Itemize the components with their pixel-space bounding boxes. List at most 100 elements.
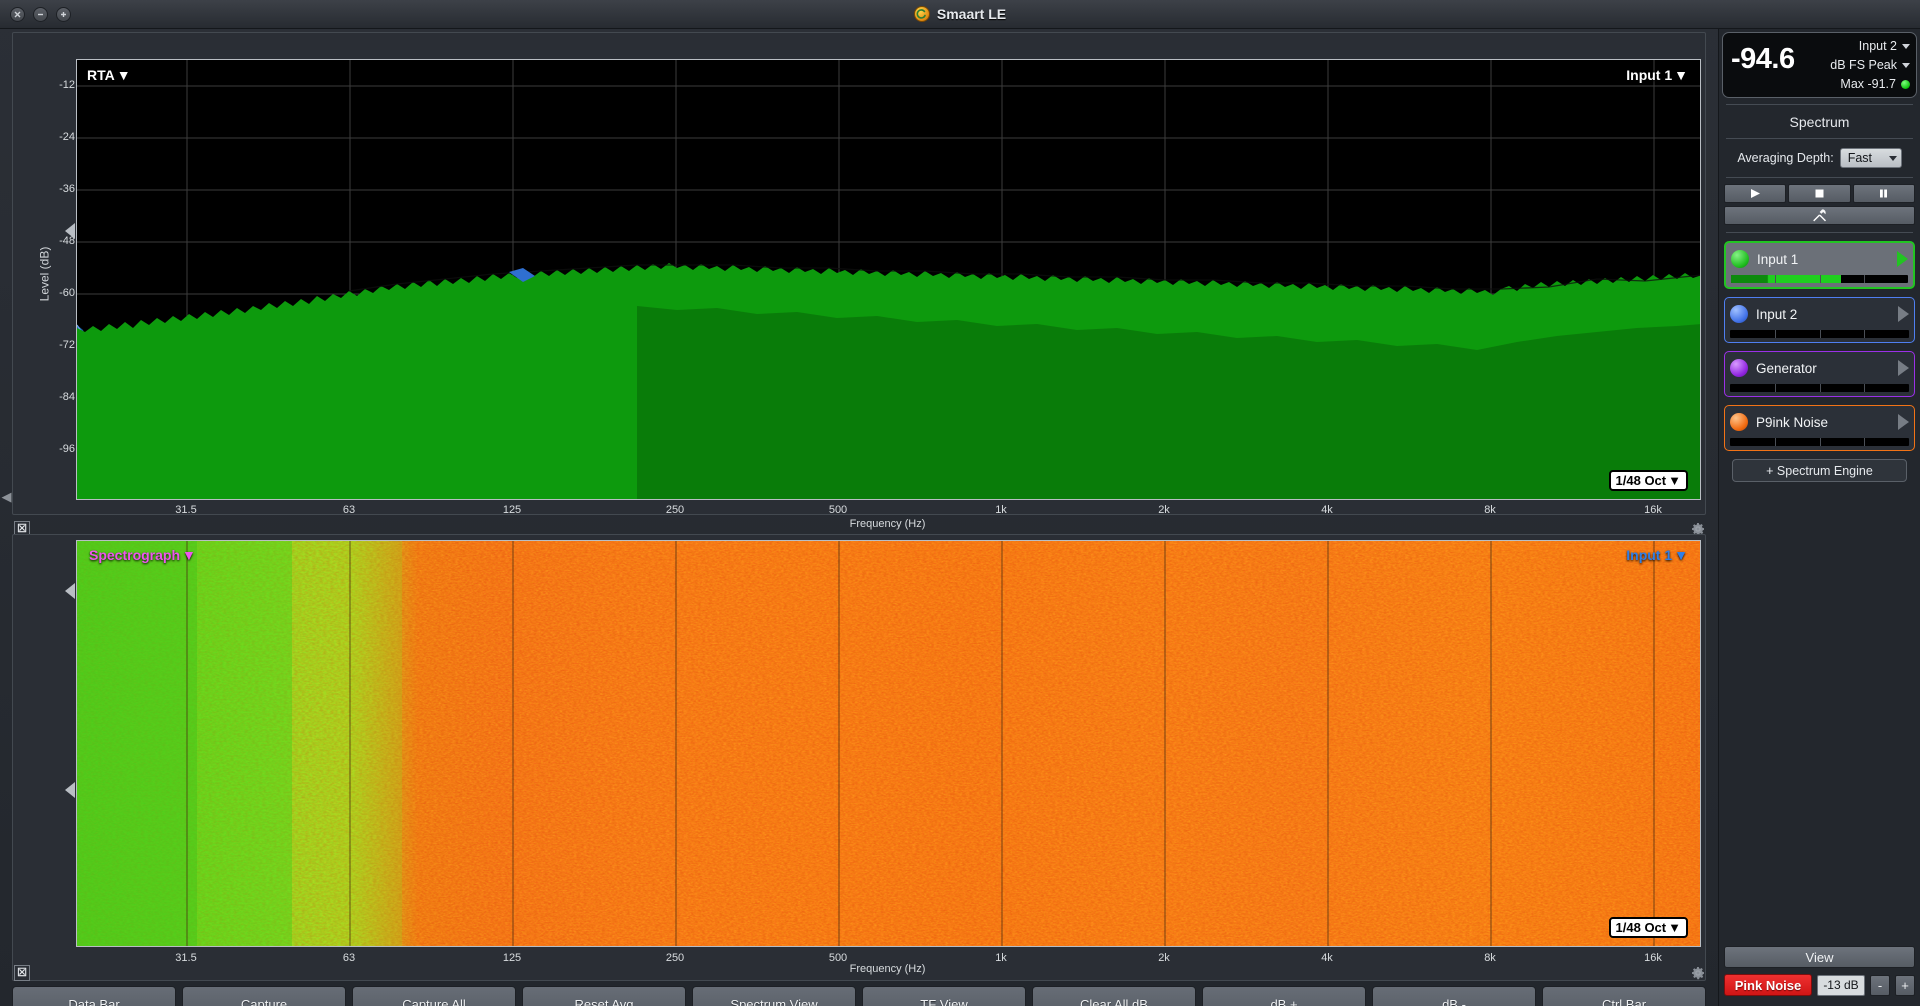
ytick: -84 xyxy=(59,391,75,403)
pink-noise-increase-button[interactable]: + xyxy=(1895,974,1915,996)
channel-input-1[interactable]: Input 1 xyxy=(1724,241,1915,289)
toolbar-button-db-plus[interactable]: dB + xyxy=(1202,986,1366,1006)
level-tick xyxy=(1863,275,1865,283)
transport-controls xyxy=(1722,178,1917,203)
close-window-icon[interactable] xyxy=(10,6,25,22)
rta-plot-svg xyxy=(77,60,1700,499)
maximize-window-icon[interactable] xyxy=(56,6,71,22)
channel-play-icon[interactable] xyxy=(1898,360,1909,376)
chevron-down-icon: ▼ xyxy=(182,547,196,563)
level-tick xyxy=(1774,384,1776,392)
smaart-application-window: Smaart LE ◀ Level (dB) -12 -24 -36 -48 -… xyxy=(0,0,1920,1006)
toolbar-button-capture-all[interactable]: Capture All xyxy=(352,986,516,1006)
channel-header: Input 1 xyxy=(1731,247,1908,271)
channel-name: P9ink Noise xyxy=(1756,414,1829,430)
toolbar-button-tf-view[interactable]: TF View xyxy=(862,986,1026,1006)
channel-color-led-icon xyxy=(1730,305,1748,323)
level-tick xyxy=(1774,438,1776,446)
level-tick xyxy=(1864,438,1866,446)
level-tick xyxy=(1819,275,1821,283)
spectrograph-octave-text: 1/48 Oct xyxy=(1615,920,1667,935)
averaging-depth-select[interactable]: Fast xyxy=(1839,148,1902,168)
channel-color-led-icon xyxy=(1730,359,1748,377)
pink-noise-decrease-button[interactable]: - xyxy=(1870,974,1890,996)
xtick: 63 xyxy=(342,504,356,516)
channel-level-bar xyxy=(1730,384,1909,392)
meter-value: -94.6 xyxy=(1731,43,1795,75)
meter-source-row[interactable]: Input 2 xyxy=(1830,37,1910,56)
minimize-window-icon[interactable] xyxy=(33,6,48,22)
toolbar-button-data-bar[interactable]: Data Bar xyxy=(12,986,176,1006)
play-button[interactable] xyxy=(1724,184,1787,203)
toolbar-button-ctrl-bar[interactable]: Ctrl Bar xyxy=(1542,986,1706,1006)
spectrograph-octave-badge[interactable]: 1/48 Oct ▼ xyxy=(1608,917,1688,938)
chevron-down-icon: ▼ xyxy=(1674,67,1688,83)
spectrograph-graph[interactable]: Spectrograph ▼ Input 1 ▼ 1/48 Oct ▼ xyxy=(76,540,1701,947)
spectrograph-source-label[interactable]: Input 1 ▼ xyxy=(1626,547,1688,563)
level-tick xyxy=(1864,384,1866,392)
channel-name: Input 2 xyxy=(1756,306,1798,322)
rta-xaxis-title: Frequency (Hz) xyxy=(849,518,926,530)
chevron-down-icon: ▼ xyxy=(1668,473,1681,488)
channel-level-bar xyxy=(1731,275,1908,283)
spectrograph-close-box[interactable]: ☒ xyxy=(14,965,30,981)
rta-source-text: Input 1 xyxy=(1626,67,1673,83)
level-tick xyxy=(1775,275,1777,283)
rta-level-drag-handle[interactable] xyxy=(65,223,75,239)
channel-pink-noise[interactable]: P9ink Noise xyxy=(1724,405,1915,451)
channel-color-led-icon xyxy=(1731,250,1749,268)
rta-panel: Level (dB) -12 -24 -36 -48 -60 -72 -84 -… xyxy=(12,32,1706,516)
view-button[interactable]: View xyxy=(1724,946,1915,968)
channel-play-icon[interactable] xyxy=(1897,251,1908,267)
pink-noise-controls: Pink Noise -13 dB - + xyxy=(1724,974,1915,996)
toolbar-button-reset-avg[interactable]: Reset Avg xyxy=(522,986,686,1006)
toolbar-button-clear-all-db[interactable]: Clear All dB xyxy=(1032,986,1196,1006)
rta-octave-text: 1/48 Oct xyxy=(1615,473,1667,488)
xtick: 250 xyxy=(665,504,685,516)
channel-input-2[interactable]: Input 2 xyxy=(1724,297,1915,343)
spec-bottom-drag-handle[interactable] xyxy=(65,782,75,798)
stop-icon xyxy=(1815,189,1824,198)
tools-button[interactable] xyxy=(1724,206,1915,225)
spectrograph-settings-gear-icon[interactable] xyxy=(1690,965,1706,981)
xtick: 500 xyxy=(828,504,848,516)
spec-top-drag-handle[interactable] xyxy=(65,583,75,599)
add-spectrum-engine-button[interactable]: + Spectrum Engine xyxy=(1732,459,1907,482)
channel-play-icon[interactable] xyxy=(1898,414,1909,430)
ytick: -96 xyxy=(59,443,75,455)
pause-icon xyxy=(1880,189,1888,198)
toolbar-button-db-minus[interactable]: dB - xyxy=(1372,986,1536,1006)
channel-play-icon[interactable] xyxy=(1898,306,1909,322)
channel-level-bar xyxy=(1730,330,1909,338)
window-title: Smaart LE xyxy=(936,6,1007,22)
ytick: -36 xyxy=(59,183,75,195)
toolbar-button-capture[interactable]: Capture xyxy=(182,986,346,1006)
pause-button[interactable] xyxy=(1852,184,1915,203)
plots-column: Level (dB) -12 -24 -36 -48 -60 -72 -84 -… xyxy=(0,29,1718,1006)
xtick: 1k xyxy=(995,504,1007,516)
averaging-depth-label: Averaging Depth: xyxy=(1737,151,1834,165)
stop-button[interactable] xyxy=(1788,184,1851,203)
meter-unit-row[interactable]: dB FS Peak xyxy=(1830,56,1910,75)
rta-graph[interactable]: RTA ▼ Input 1 ▼ 1/48 Oct ▼ xyxy=(76,59,1701,500)
xtick: 16k xyxy=(1644,504,1662,516)
spectrograph-plot-label[interactable]: Spectrograph ▼ xyxy=(89,547,196,563)
meter-source-text: Input 2 xyxy=(1858,39,1897,53)
xtick: 4k xyxy=(1321,504,1333,516)
rta-plot-label[interactable]: RTA ▼ xyxy=(87,67,131,83)
main-body: ◀ Level (dB) -12 -24 -36 -48 -60 -72 -84… xyxy=(0,29,1920,1006)
channel-header: P9ink Noise xyxy=(1730,410,1909,434)
toolbar-button-spectrum-view[interactable]: Spectrum View xyxy=(692,986,856,1006)
hammer-wrench-icon xyxy=(1813,209,1826,222)
channel-level-fill xyxy=(1731,275,1841,283)
pink-noise-level-field[interactable]: -13 dB xyxy=(1817,974,1865,996)
channel-generator[interactable]: Generator xyxy=(1724,351,1915,397)
rta-octave-badge[interactable]: 1/48 Oct ▼ xyxy=(1608,470,1688,491)
channel-name: Input 1 xyxy=(1757,251,1799,267)
averaging-depth-value: Fast xyxy=(1847,151,1872,165)
meter-unit-text: dB FS Peak xyxy=(1830,58,1897,72)
xtick: 31.5 xyxy=(175,504,197,516)
pink-noise-button[interactable]: Pink Noise xyxy=(1724,974,1812,996)
spectrograph-panel: Spectrograph ▼ Input 1 ▼ 1/48 Oct ▼ 31.5… xyxy=(12,534,1706,981)
rta-source-label[interactable]: Input 1 ▼ xyxy=(1626,67,1688,83)
